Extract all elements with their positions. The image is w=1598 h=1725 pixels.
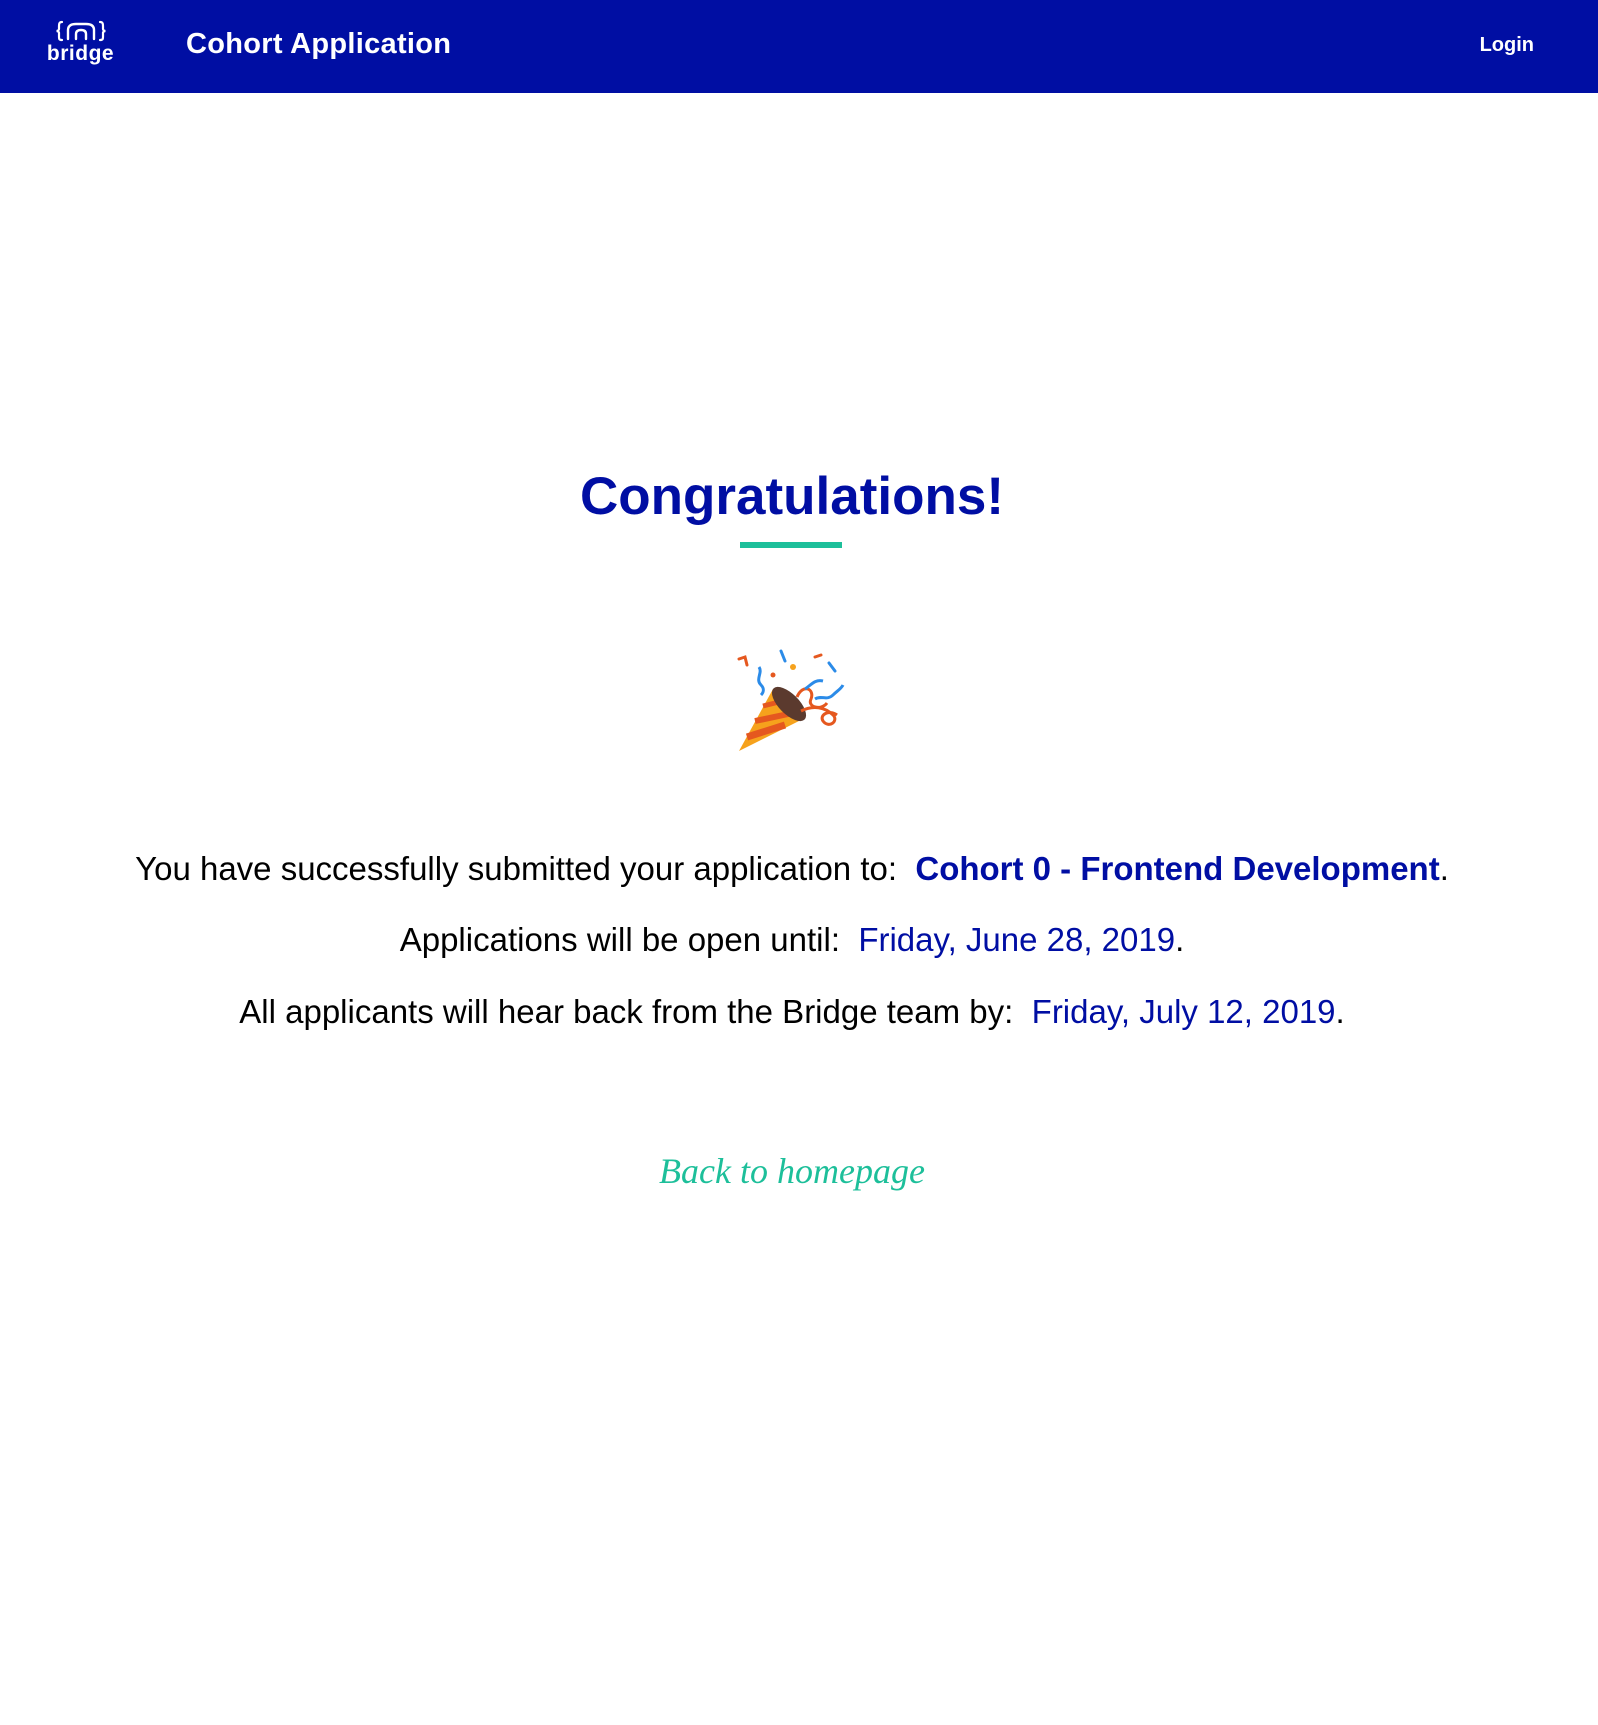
deadline-period: . [1175, 921, 1185, 958]
app-title: Cohort Application [186, 28, 452, 60]
response-date-text: All applicants will hear back from the B… [0, 990, 1584, 1034]
application-deadline-text: Applications will be open until: Friday,… [0, 918, 1584, 962]
submission-confirmation-text: You have successfully submitted your app… [0, 847, 1584, 891]
login-link[interactable]: Login [1480, 32, 1534, 58]
back-to-homepage-link[interactable]: Back to homepage [0, 1148, 1584, 1194]
submission-label: You have successfully submitted your app… [135, 850, 898, 887]
submission-period: . [1439, 850, 1449, 887]
response-date: Friday, July 12, 2019 [1031, 993, 1336, 1030]
party-popper-icon [737, 649, 845, 751]
deadline-date: Friday, June 28, 2019 [858, 921, 1176, 958]
response-label: All applicants will hear back from the B… [239, 993, 1014, 1030]
page-title: Congratulations! [580, 467, 1004, 526]
response-period: . [1335, 993, 1345, 1030]
top-navigation-bar: bridge Cohort Application Login [0, 0, 1598, 93]
deadline-label: Applications will be open until: [399, 921, 840, 958]
cohort-name: Cohort 0 - Frontend Development [915, 850, 1440, 887]
brand-wordmark: bridge [46, 42, 115, 65]
title-underline [740, 542, 842, 548]
bridge-logo[interactable]: bridge [38, 14, 123, 76]
bridge-braces-icon [55, 20, 106, 42]
